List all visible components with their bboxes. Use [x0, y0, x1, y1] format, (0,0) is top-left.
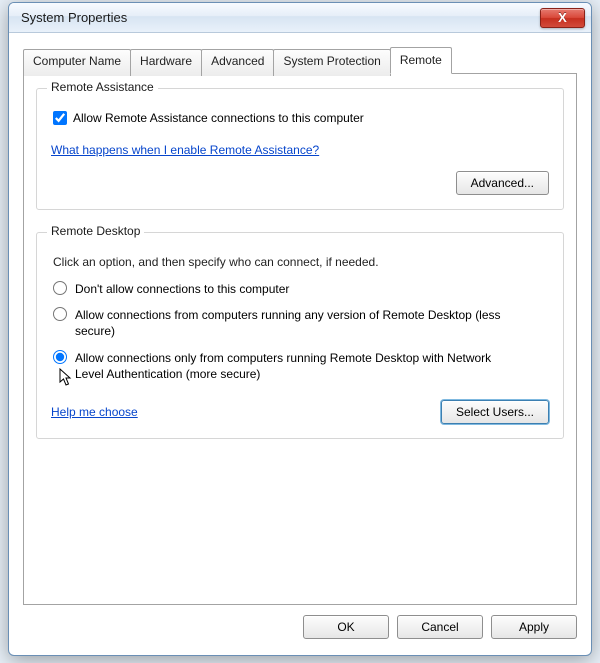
system-properties-window: System Properties X Computer Name Hardwa…: [8, 2, 592, 656]
apply-button[interactable]: Apply: [491, 615, 577, 639]
rd-option-2-row: Allow connections from computers running…: [53, 307, 549, 339]
tab-remote[interactable]: Remote: [390, 47, 452, 74]
group-remote-desktop: Remote Desktop Click an option, and then…: [36, 232, 564, 439]
allow-remote-assistance-checkbox[interactable]: [53, 111, 67, 125]
remote-assistance-advanced-button[interactable]: Advanced...: [456, 171, 549, 195]
ok-button[interactable]: OK: [303, 615, 389, 639]
group-title-remote-desktop: Remote Desktop: [47, 224, 144, 238]
remote-assistance-help-link[interactable]: What happens when I enable Remote Assist…: [51, 143, 319, 157]
rd-option-3-row: Allow connections only from computers ru…: [53, 350, 549, 382]
cursor-icon: [59, 368, 75, 388]
rd-option-1-radio[interactable]: [53, 281, 67, 295]
rd-option-2-radio[interactable]: [53, 307, 67, 321]
rd-option-2-label: Allow connections from computers running…: [75, 307, 515, 339]
rd-option-1-row: Don't allow connections to this computer: [53, 281, 549, 297]
titlebar[interactable]: System Properties X: [9, 3, 591, 33]
close-icon: X: [558, 11, 567, 24]
allow-remote-assistance-label: Allow Remote Assistance connections to t…: [73, 111, 364, 125]
tab-strip: Computer Name Hardware Advanced System P…: [23, 47, 577, 74]
remote-desktop-desc: Click an option, and then specify who ca…: [53, 255, 549, 269]
tab-hardware[interactable]: Hardware: [130, 49, 202, 76]
allow-remote-assistance-row: Allow Remote Assistance connections to t…: [53, 111, 549, 125]
rd-option-3-radio[interactable]: [53, 350, 67, 364]
tab-advanced[interactable]: Advanced: [201, 49, 274, 76]
select-users-button[interactable]: Select Users...: [441, 400, 549, 424]
rd-option-3-label: Allow connections only from computers ru…: [75, 350, 515, 382]
rd-option-1-label: Don't allow connections to this computer: [75, 281, 289, 297]
group-remote-assistance: Remote Assistance Allow Remote Assistanc…: [36, 88, 564, 210]
tab-computer-name[interactable]: Computer Name: [23, 49, 131, 76]
dialog-footer: OK Cancel Apply: [23, 615, 577, 639]
group-title-remote-assistance: Remote Assistance: [47, 80, 158, 94]
close-button[interactable]: X: [540, 8, 585, 28]
tab-panel-remote: Remote Assistance Allow Remote Assistanc…: [23, 73, 577, 605]
client-area: Computer Name Hardware Advanced System P…: [9, 33, 591, 651]
cancel-button[interactable]: Cancel: [397, 615, 483, 639]
window-title: System Properties: [21, 10, 540, 25]
tab-system-protection[interactable]: System Protection: [273, 49, 390, 76]
help-me-choose-link[interactable]: Help me choose: [51, 405, 138, 419]
